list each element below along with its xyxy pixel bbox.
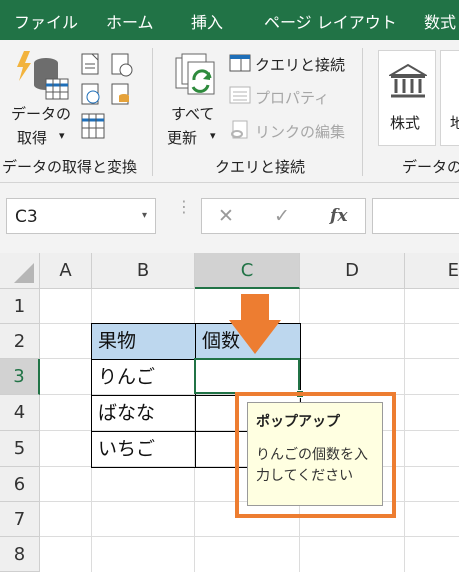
tab-page-layout[interactable]: ページ レイアウト: [264, 9, 397, 33]
column-header-a[interactable]: A: [40, 253, 92, 289]
get-data-label-1: データの: [11, 105, 72, 123]
bank-icon: [389, 63, 427, 98]
row-header-2[interactable]: 2: [0, 324, 40, 359]
formula-bar-area: C3 ▾ ⋮ ✕ ✓ fx: [0, 183, 459, 253]
popup-title: ポップアップ: [256, 414, 340, 430]
group-separator: [152, 48, 153, 176]
stocks-button[interactable]: 株式: [378, 50, 436, 146]
row-header-4[interactable]: 4: [0, 395, 40, 431]
properties-icon: [229, 86, 251, 104]
get-data-dropdown-icon: ▾: [59, 129, 65, 142]
formula-input[interactable]: [372, 198, 459, 234]
get-data-label-2: 取得: [17, 129, 48, 147]
group-separator: [362, 48, 363, 176]
column-header-d[interactable]: D: [300, 253, 405, 289]
table-cell-fruit-3[interactable]: いちご: [91, 431, 196, 468]
database-icon: [17, 51, 69, 100]
tab-file[interactable]: ファイル: [14, 9, 78, 33]
refresh-dropdown-icon: ▾: [210, 129, 216, 142]
group-label-queries: クエリと接続: [215, 158, 306, 176]
active-cell-selection[interactable]: [194, 358, 300, 394]
popup-message: りんごの個数を入力してください: [256, 447, 368, 484]
name-box[interactable]: C3 ▾: [6, 198, 156, 234]
formula-bar-grip-icon: ⋮: [176, 197, 192, 216]
row-header-7[interactable]: 7: [0, 502, 40, 537]
column-header-c[interactable]: C: [195, 253, 300, 289]
tab-insert[interactable]: 挿入: [191, 9, 223, 33]
enter-icon[interactable]: ✓: [274, 205, 290, 227]
group-label-data-types: データの: [402, 158, 459, 176]
tab-formulas[interactable]: 数式: [424, 9, 456, 33]
table-cell-fruit-2[interactable]: ばなな: [91, 395, 196, 432]
input-message-popup: ポップアップ りんごの個数を入力してください: [247, 402, 383, 506]
name-box-dropdown-icon[interactable]: ▾: [142, 210, 147, 221]
queries-connections-label: クエリと接続: [255, 56, 346, 74]
tab-home[interactable]: ホーム: [106, 9, 154, 33]
select-all-button[interactable]: [0, 253, 40, 289]
column-header-e[interactable]: E: [405, 253, 459, 289]
group-label-get-transform: データの取得と変換: [2, 158, 138, 176]
cancel-icon[interactable]: ✕: [218, 205, 234, 227]
data-source-icons[interactable]: [80, 52, 138, 142]
ribbon: データの 取得 ▾ データの取得と変換 すべて 更新 ▾ クエリと接続 プロパテ…: [0, 40, 459, 183]
row-header-5[interactable]: 5: [0, 431, 40, 467]
formula-buttons: ✕ ✓ fx: [201, 198, 366, 234]
edit-links-label: リンクの編集: [255, 123, 346, 141]
link-icon: [231, 120, 248, 139]
refresh-label-1: すべて: [171, 105, 215, 123]
insert-function-icon[interactable]: fx: [330, 206, 347, 226]
row-header-3[interactable]: 3: [0, 359, 40, 395]
refresh-label-2: 更新: [167, 129, 198, 147]
geography-button[interactable]: 地: [440, 50, 459, 146]
table-cell-fruit-1[interactable]: りんご: [91, 359, 196, 396]
queries-pane-icon: [229, 54, 251, 72]
table-header-fruit[interactable]: 果物: [91, 323, 196, 360]
select-all-triangle-icon: [14, 263, 34, 283]
refresh-icon: [175, 53, 215, 95]
stocks-label: 株式: [390, 114, 421, 132]
name-box-value: C3: [15, 207, 38, 227]
down-arrow-icon: [229, 294, 281, 354]
properties-label: プロパティ: [255, 89, 330, 107]
geography-label: 地: [450, 114, 459, 132]
row-header-8[interactable]: 8: [0, 537, 40, 572]
column-header-b[interactable]: B: [92, 253, 195, 289]
row-header-6[interactable]: 6: [0, 467, 40, 502]
ribbon-tab-bar: ファイル ホーム 挿入 ページ レイアウト 数式: [0, 0, 459, 40]
row-header-1[interactable]: 1: [0, 289, 40, 324]
